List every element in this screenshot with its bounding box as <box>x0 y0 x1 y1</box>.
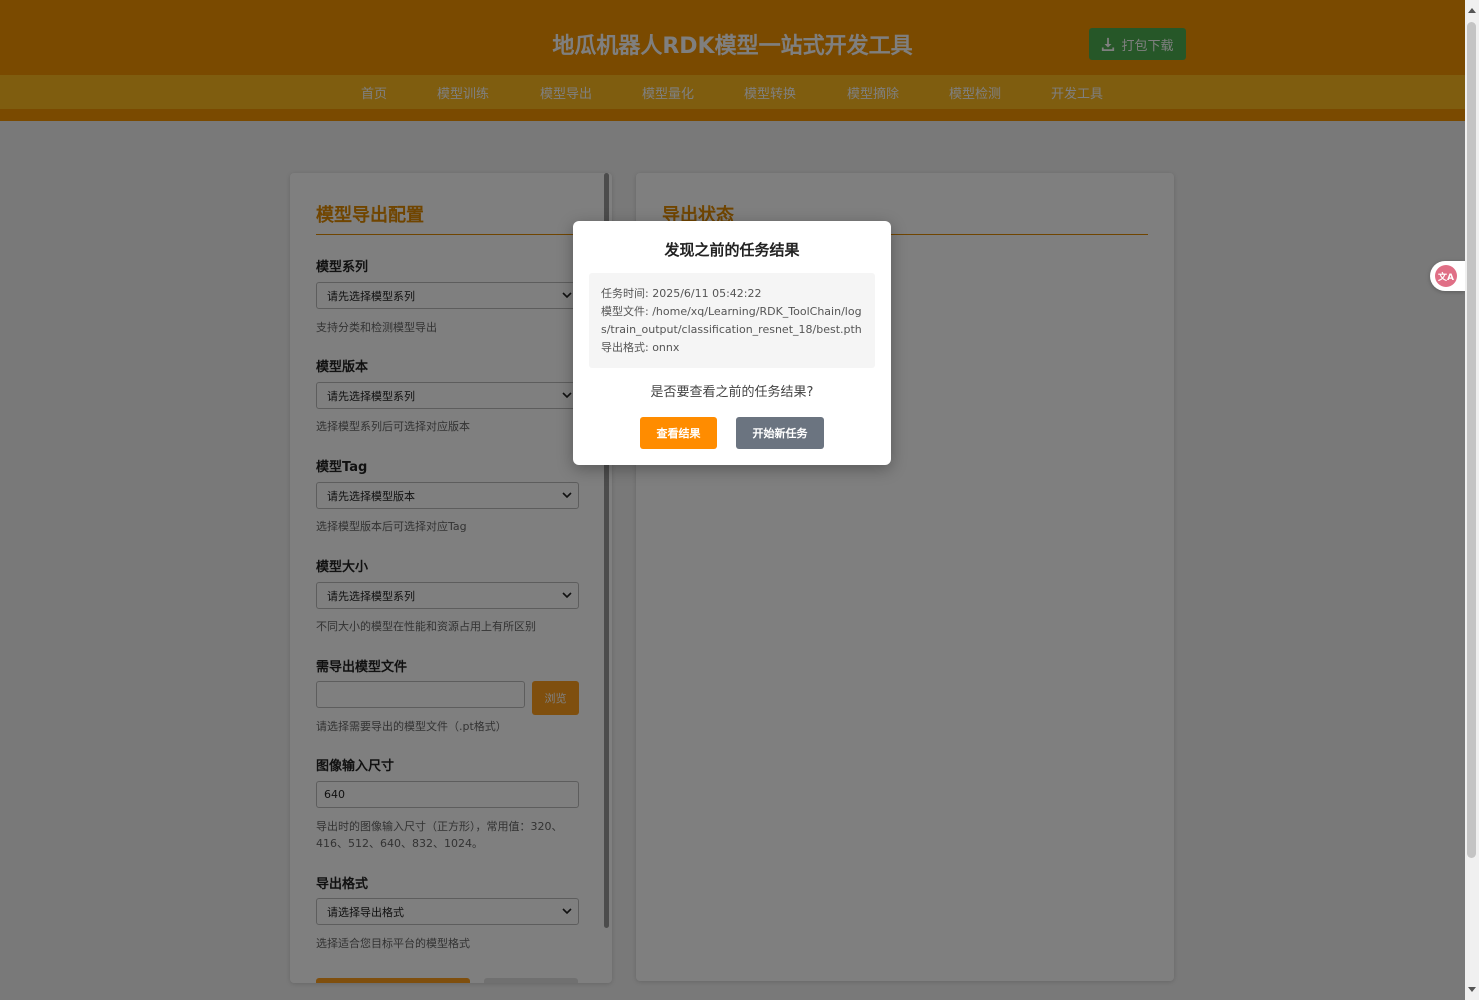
task-time: 任务时间: 2025/6/11 05:42:22 <box>601 287 762 300</box>
previous-task-dialog: 发现之前的任务结果 任务时间: 2025/6/11 05:42:22 模型文件:… <box>573 221 891 465</box>
dialog-question: 是否要查看之前的任务结果? <box>650 385 814 400</box>
task-model-file: 模型文件: /home/xq/Learning/RDK_ToolChain/lo… <box>601 305 862 336</box>
page-scroll-thumb[interactable] <box>1467 22 1476 858</box>
start-new-task-button[interactable]: 开始新任务 <box>736 417 824 449</box>
task-export-format: 导出格式: onnx <box>601 341 680 354</box>
translate-icon: 文A <box>1435 265 1457 287</box>
modal-overlay <box>0 0 1465 1000</box>
task-info-box: 任务时间: 2025/6/11 05:42:22 模型文件: /home/xq/… <box>589 273 875 368</box>
page-scrollbar[interactable] <box>1465 0 1479 1000</box>
scroll-down-icon[interactable] <box>1467 986 1477 994</box>
translate-widget[interactable]: 文A <box>1430 261 1465 291</box>
view-results-button[interactable]: 查看结果 <box>640 417 717 449</box>
scroll-up-icon[interactable] <box>1467 6 1477 14</box>
dialog-title: 发现之前的任务结果 <box>664 241 800 259</box>
